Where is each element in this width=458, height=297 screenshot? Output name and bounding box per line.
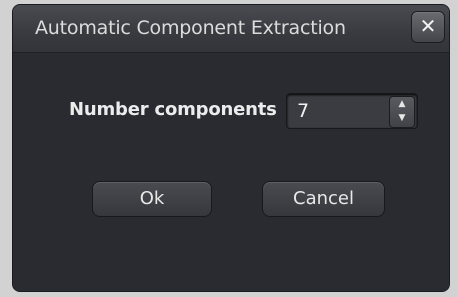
spin-buttons: ▲ ▼ [389,96,415,128]
dialog-titlebar[interactable]: Automatic Component Extraction ✕ [13,5,449,53]
spin-down-icon[interactable]: ▼ [390,111,414,125]
close-button[interactable]: ✕ [411,11,445,43]
number-components-spinbox[interactable]: 7 ▲ ▼ [286,93,418,129]
cancel-button[interactable]: Cancel [262,181,385,217]
close-icon: ✕ [419,14,437,38]
number-components-value[interactable]: 7 [297,100,309,122]
dialog-body: Number components 7 ▲ ▼ Ok Cancel [13,53,449,291]
number-components-label: Number components [69,99,277,120]
dialog-title: Automatic Component Extraction [35,17,346,39]
automatic-component-extraction-dialog: Automatic Component Extraction ✕ Number … [12,4,450,292]
spin-up-icon[interactable]: ▲ [390,97,414,111]
ok-button[interactable]: Ok [92,181,212,217]
screen-background: Automatic Component Extraction ✕ Number … [0,0,458,297]
